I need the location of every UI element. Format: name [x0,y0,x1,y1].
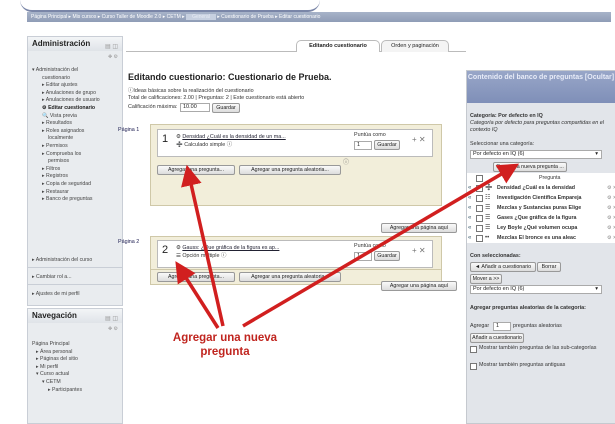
arrow-to-add-question-1 [181,164,225,327]
annotation-arrows [175,163,520,329]
annotation-label: Agregar una nueva pregunta [172,332,278,358]
arrow-to-create-new-question [242,163,520,328]
